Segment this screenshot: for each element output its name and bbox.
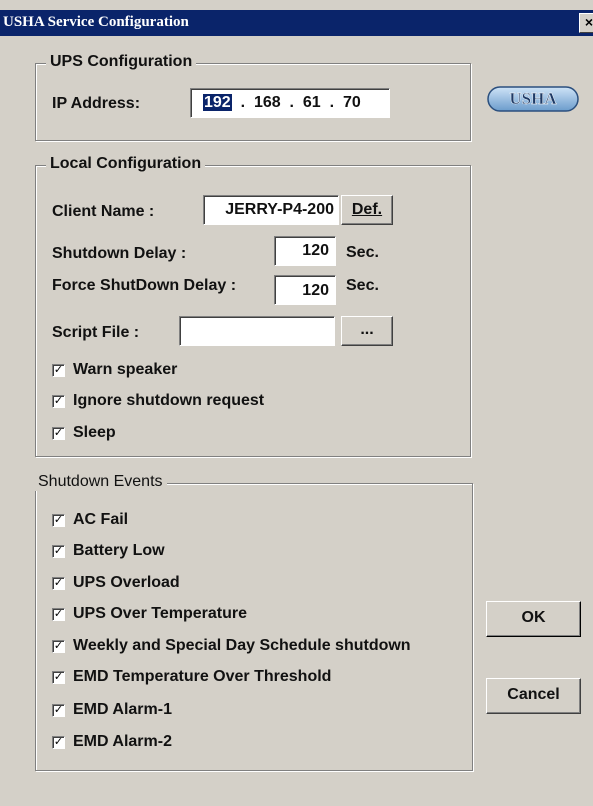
shutdown-events-legend: Shutdown Events xyxy=(34,473,167,491)
close-icon: × xyxy=(584,14,593,30)
check-icon: ✓ xyxy=(52,639,65,653)
force-delay-label: Force ShutDown Delay : xyxy=(52,277,237,294)
client-name-input[interactable]: JERRY-P4-200 xyxy=(203,195,339,225)
check-icon: ✓ xyxy=(52,670,65,684)
event-emd-alarm-1-checkbox[interactable]: ✓ EMD Alarm-1 xyxy=(52,701,172,719)
check-icon: ✓ xyxy=(52,426,65,440)
check-icon: ✓ xyxy=(52,394,65,408)
shutdown-delay-unit: Sec. xyxy=(346,244,379,261)
force-delay-unit: Sec. xyxy=(346,277,379,294)
event-battery-low-checkbox[interactable]: ✓ Battery Low xyxy=(52,542,165,560)
ip-octet-4[interactable]: 70 xyxy=(343,94,361,111)
check-icon: ✓ xyxy=(52,703,65,717)
ok-button[interactable]: OK xyxy=(486,601,581,637)
event-label: AC Fail xyxy=(73,511,129,528)
warn-speaker-label: Warn speaker xyxy=(73,361,178,378)
client-name-label: Client Name : xyxy=(52,203,155,220)
cancel-button-label: Cancel xyxy=(507,686,560,703)
ip-octet-2[interactable]: 168 xyxy=(254,94,281,111)
sleep-label: Sleep xyxy=(73,424,116,441)
force-delay-input[interactable]: 120 xyxy=(274,275,336,305)
event-label: Battery Low xyxy=(73,542,165,559)
def-button-label: Def. xyxy=(351,201,383,218)
shutdown-delay-input[interactable]: 120 xyxy=(274,236,336,266)
event-ac-fail-checkbox[interactable]: ✓ AC Fail xyxy=(52,511,128,529)
event-ups-over-temp-checkbox[interactable]: ✓ UPS Over Temperature xyxy=(52,605,247,623)
event-label: UPS Overload xyxy=(73,574,180,591)
ups-config-legend: UPS Configuration xyxy=(46,53,197,71)
shutdown-delay-label: Shutdown Delay : xyxy=(52,245,187,262)
event-emd-alarm-2-checkbox[interactable]: ✓ EMD Alarm-2 xyxy=(52,733,172,751)
ignore-shutdown-label: Ignore shutdown request xyxy=(73,392,265,409)
ip-address-label: IP Address: xyxy=(52,95,141,112)
ok-button-label: OK xyxy=(521,609,546,626)
sleep-checkbox[interactable]: ✓ Sleep xyxy=(52,424,116,442)
event-label: EMD Alarm-1 xyxy=(73,701,172,718)
logo-text: USHA xyxy=(509,89,557,108)
ignore-shutdown-checkbox[interactable]: ✓ Ignore shutdown request xyxy=(52,392,264,410)
script-file-label: Script File : xyxy=(52,324,140,341)
close-button[interactable]: × xyxy=(579,13,593,33)
check-icon: ✓ xyxy=(52,735,65,749)
check-icon: ✓ xyxy=(52,576,65,590)
check-icon: ✓ xyxy=(52,363,65,377)
dialog-window: USHA Service Configuration × USHA UPS Co… xyxy=(0,0,593,806)
event-label: UPS Over Temperature xyxy=(73,605,247,622)
script-file-input[interactable] xyxy=(179,316,335,346)
event-label: Weekly and Special Day Schedule shutdown xyxy=(73,637,411,654)
event-emd-temp-checkbox[interactable]: ✓ EMD Temperature Over Threshold xyxy=(52,668,331,686)
browse-button-label: ... xyxy=(360,321,374,338)
ip-octet-1[interactable]: 192 xyxy=(203,94,232,111)
ip-octet-3[interactable]: 61 xyxy=(303,94,321,111)
check-icon: ✓ xyxy=(52,513,65,527)
event-weekly-schedule-checkbox[interactable]: ✓ Weekly and Special Day Schedule shutdo… xyxy=(52,637,411,655)
check-icon: ✓ xyxy=(52,607,65,621)
browse-button[interactable]: ... xyxy=(341,316,393,346)
warn-speaker-checkbox[interactable]: ✓ Warn speaker xyxy=(52,361,177,379)
window-title: USHA Service Configuration xyxy=(3,14,189,30)
event-label: EMD Temperature Over Threshold xyxy=(73,668,332,685)
cancel-button[interactable]: Cancel xyxy=(486,678,581,714)
ip-address-field[interactable]: 192 . 168 . 61 . 70 xyxy=(190,88,390,118)
local-config-legend: Local Configuration xyxy=(46,155,206,173)
def-button[interactable]: Def. xyxy=(341,195,393,225)
event-ups-overload-checkbox[interactable]: ✓ UPS Overload xyxy=(52,574,180,592)
usha-logo: USHA xyxy=(487,86,579,112)
check-icon: ✓ xyxy=(52,544,65,558)
event-label: EMD Alarm-2 xyxy=(73,733,172,750)
title-bar[interactable]: USHA Service Configuration × xyxy=(0,10,593,36)
